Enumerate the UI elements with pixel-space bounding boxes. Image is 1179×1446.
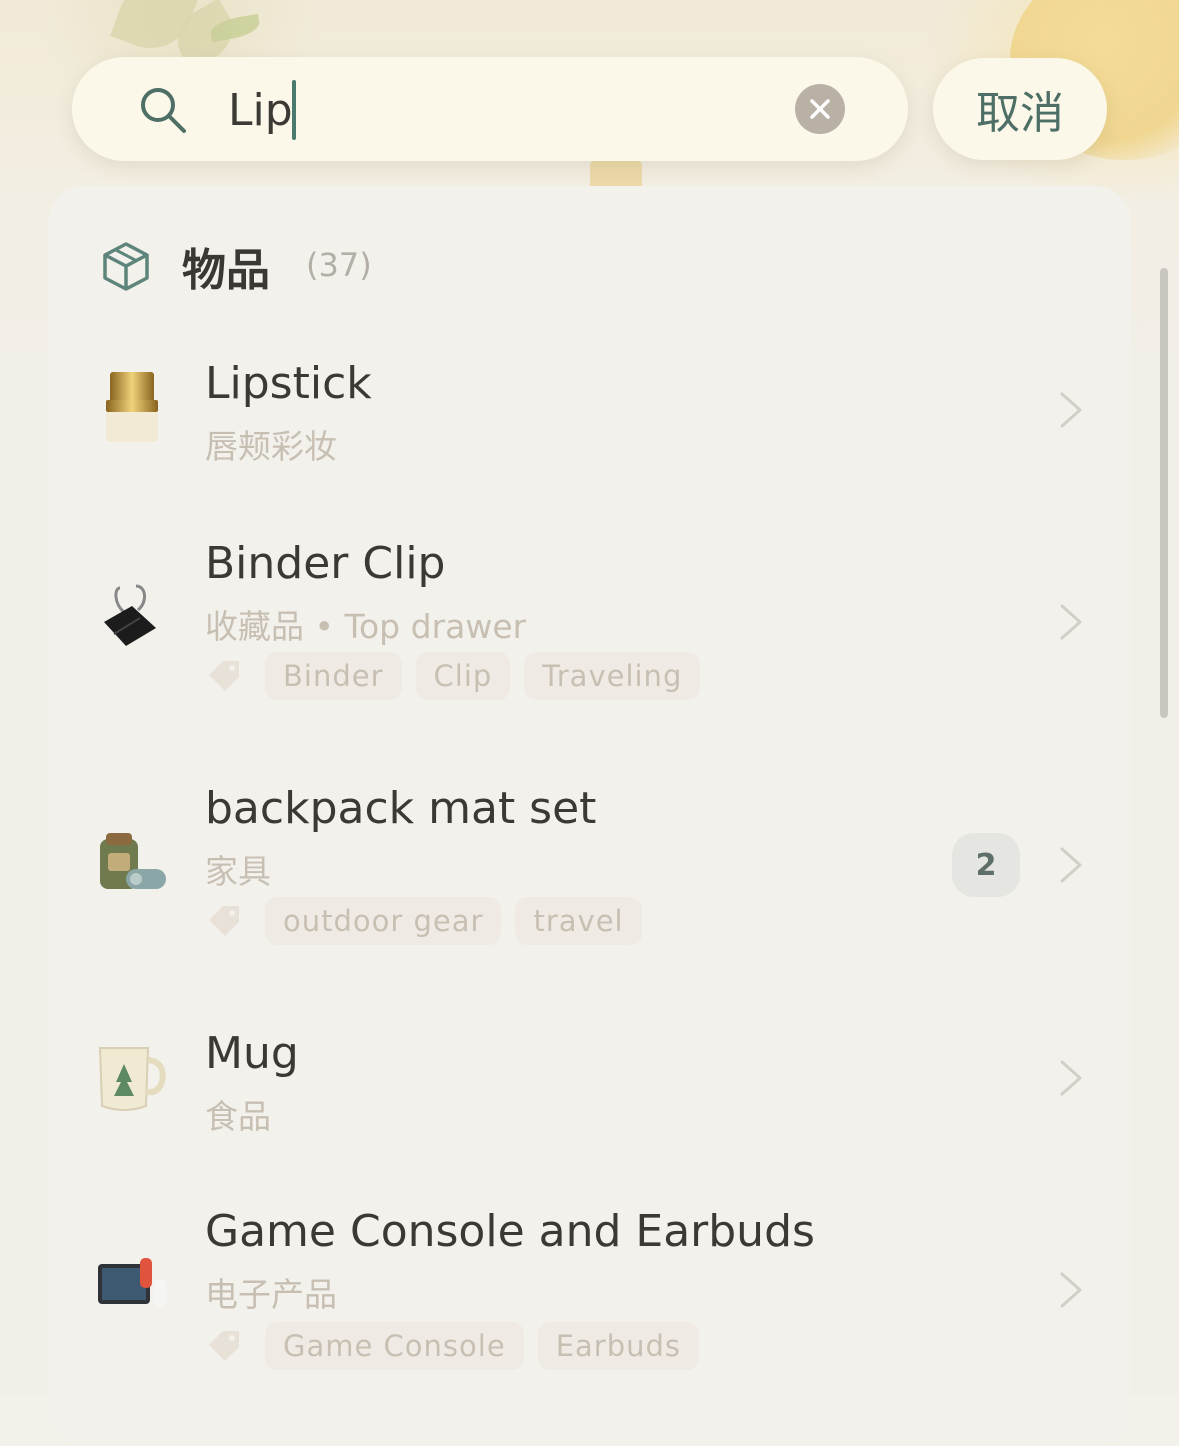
count-badge: 2 [952,833,1020,897]
tag[interactable]: travel [515,897,642,945]
tag-icon [209,661,239,691]
section-title: 物品 [182,245,270,296]
item-title: backpack mat set [205,783,597,834]
list-item[interactable]: backpack mat set 家具 outdoor gear travel … [48,765,1131,965]
section-count: (37) [306,246,372,284]
chevron-right-icon [1060,392,1082,428]
item-title: Lipstick [205,358,372,409]
item-subtitle: 唇颊彩妆 [205,427,337,466]
tag-list: outdoor gear travel [205,897,642,945]
item-subtitle: 家具 [205,852,271,891]
tag-list: Game Console Earbuds [205,1322,700,1370]
chevron-right-icon [1060,1060,1082,1096]
tag[interactable]: Traveling [524,652,701,700]
binder-clip-icon [104,584,156,646]
list-item[interactable]: Lipstick 唇颊彩妆 [48,340,1131,490]
item-title: Binder Clip [205,538,446,589]
game-console-icon [98,1258,166,1308]
tag-icon [209,1331,239,1361]
tag[interactable]: outdoor gear [265,897,502,945]
item-subtitle: 食品 [205,1097,271,1136]
tag[interactable]: Clip [415,652,511,700]
item-title: Mug [205,1028,299,1079]
item-subtitle: 收藏品 • Top drawer [205,607,527,646]
search-input[interactable] [228,80,768,140]
chevron-right-icon [1060,604,1082,640]
tag-icon [209,906,239,936]
cancel-button[interactable]: 取消 [933,58,1107,160]
close-icon [810,99,830,119]
list-item[interactable]: Mug 食品 [48,1010,1131,1160]
tag-list: Binder Clip Traveling [205,652,701,700]
item-subtitle: 电子产品 [205,1275,337,1314]
tag[interactable]: Earbuds [537,1322,700,1370]
list-item[interactable]: Game Console and Earbuds 电子产品 Game Conso… [48,1188,1131,1388]
chevron-right-icon [1060,1272,1082,1308]
scrollbar[interactable] [1160,268,1168,718]
backpack-icon [100,833,166,889]
tag[interactable]: Game Console [265,1322,524,1370]
clear-search-button[interactable] [795,84,845,134]
mug-icon [98,1047,166,1111]
chevron-right-icon [1060,847,1082,883]
list-item[interactable]: Binder Clip 收藏品 • Top drawer Binder Clip… [48,520,1131,720]
box-icon [103,242,149,291]
lipstick-icon [106,372,158,442]
search-icon [141,88,186,133]
tag[interactable]: Binder [265,652,402,700]
text-caret [292,80,296,140]
item-title: Game Console and Earbuds [205,1206,815,1257]
